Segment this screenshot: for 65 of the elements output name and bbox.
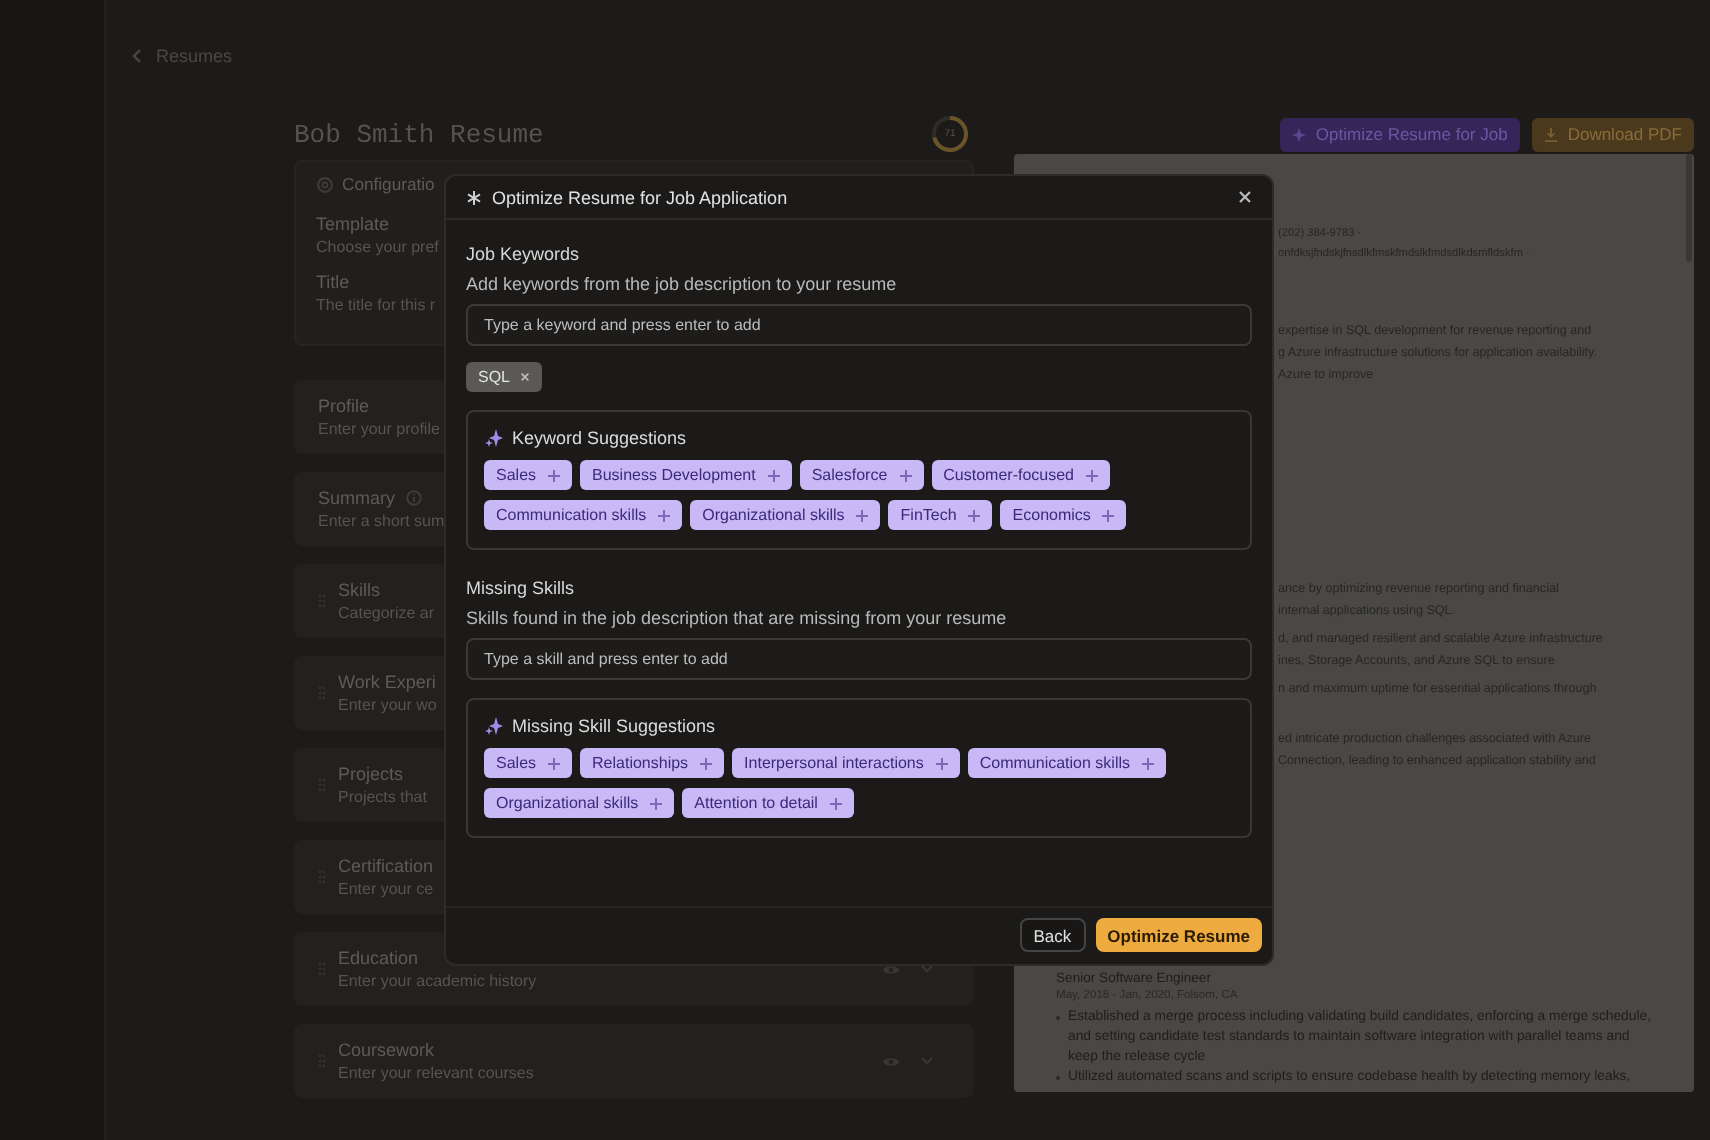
remove-icon[interactable] [520, 372, 531, 382]
section-title: Profile [318, 396, 370, 416]
info-icon [405, 490, 422, 506]
download-icon [1543, 127, 1558, 141]
chevron-down-icon[interactable] [920, 964, 934, 974]
back-button[interactable]: Back [1019, 918, 1086, 952]
plus-icon [548, 757, 561, 769]
section-title: Coursework [338, 1040, 435, 1060]
section-title: Configuratio [342, 174, 435, 194]
plus-icon [935, 757, 948, 769]
section-heading: Missing Skills [466, 578, 577, 598]
input-field[interactable]: Type a skill and press enter to add [466, 638, 1252, 680]
suggestion-chip[interactable]: Sales [484, 460, 573, 490]
suggestion-chip[interactable]: Business Development [580, 460, 792, 490]
suggestion-chip[interactable]: Organizational skills [690, 500, 881, 530]
plus-icon [650, 797, 663, 809]
keyword-tag: SQL [466, 362, 543, 392]
section-title: Certification [338, 856, 434, 876]
section-title: Projects [338, 764, 404, 784]
close-icon[interactable] [1238, 190, 1252, 204]
plus-icon [767, 469, 780, 481]
section-title: Skills [338, 580, 381, 600]
plus-icon [658, 509, 671, 521]
suggestion-chip[interactable]: Salesforce [799, 460, 924, 490]
suggestions-title: Missing Skill Suggestions [512, 716, 716, 736]
dialog-title: Optimize Resume for Job Application [492, 187, 790, 207]
suggestion-chip[interactable]: Sales [484, 748, 573, 778]
sparkle-icon [1291, 127, 1306, 141]
asterisk-icon [466, 189, 482, 205]
section-title: Work Experi [338, 672, 436, 692]
input-field[interactable]: Type a keyword and press enter to add [466, 304, 1252, 346]
plus-icon [968, 509, 981, 521]
resume-title: Bob Smith Resume [294, 119, 544, 149]
field-label: Title [316, 272, 350, 292]
sparkle-icon [484, 716, 504, 736]
suggestion-chip[interactable]: Communication skills [484, 500, 683, 530]
section-title: Education [338, 948, 419, 968]
plus-icon [1102, 509, 1115, 521]
sparkle-icon [484, 428, 504, 448]
plus-icon [700, 757, 713, 769]
section-description: Add keywords from the job description to your resume [466, 274, 899, 294]
plus-icon [856, 509, 869, 521]
suggestion-chip[interactable]: Attention to detail [682, 788, 854, 818]
plus-icon [829, 797, 842, 809]
suggestions-title: Keyword Suggestions [512, 428, 687, 448]
chevron-down-icon[interactable] [920, 1056, 934, 1066]
suggestion-chip[interactable]: Economics [1000, 500, 1127, 530]
optimize-resume-button[interactable]: Optimize Resume [1095, 918, 1262, 952]
suggestion-chip[interactable]: Communication skills [967, 748, 1167, 778]
suggestion-chip[interactable]: FinTech [888, 500, 993, 530]
section-description: Skills found in the job description that are missing from your resume [466, 608, 1009, 628]
suggestion-chip[interactable]: Interpersonal interactions [732, 748, 960, 778]
scrollbar-thumb[interactable] [1686, 154, 1692, 262]
plus-icon [548, 469, 561, 481]
plus-icon [1086, 469, 1098, 481]
plus-icon [1142, 757, 1155, 769]
chevron-left-icon [132, 48, 142, 64]
suggestion-chip[interactable]: Customer-focused [931, 460, 1110, 490]
field-label: Template [316, 214, 390, 234]
suggestion-chip[interactable]: Organizational skills [484, 788, 675, 818]
eye-icon[interactable] [882, 1055, 900, 1067]
section-title: Summary [318, 488, 396, 508]
section-heading: Job Keywords [466, 244, 582, 264]
suggestion-chip[interactable]: Relationships [580, 748, 725, 778]
plus-icon [899, 469, 912, 481]
